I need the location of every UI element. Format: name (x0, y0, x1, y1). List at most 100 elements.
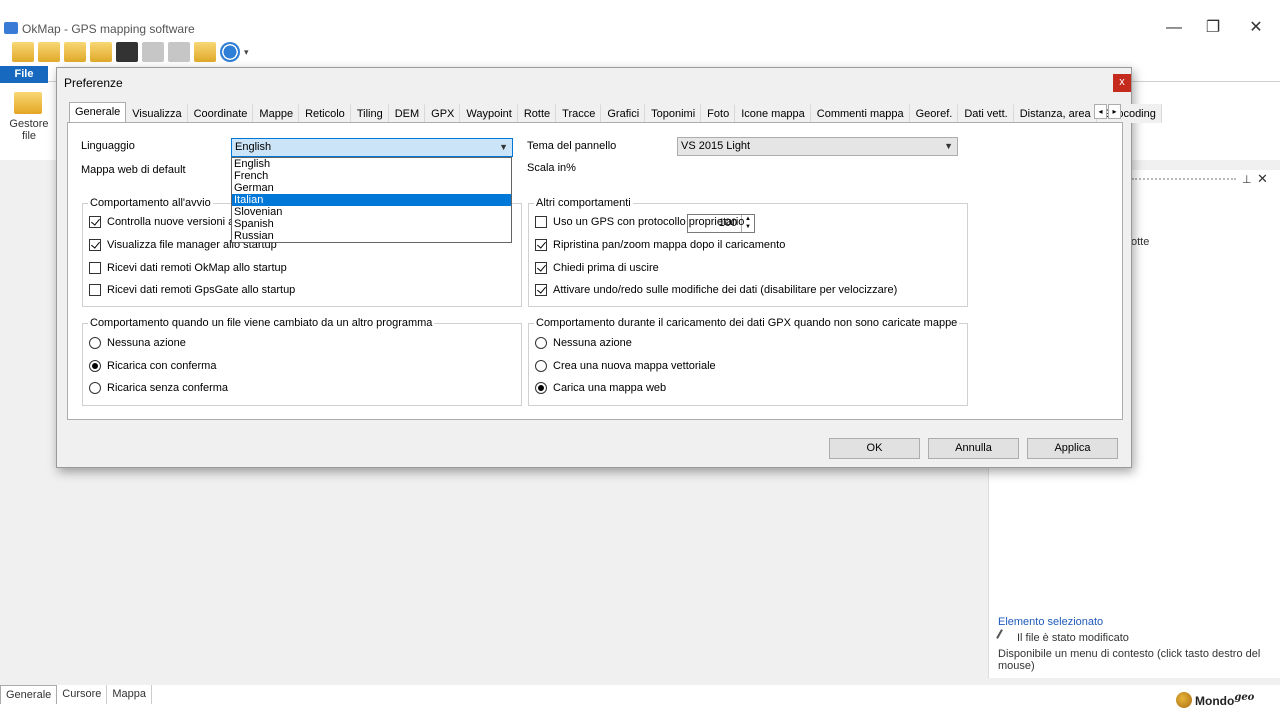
language-option-slovenian[interactable]: Slovenian (232, 206, 511, 218)
gpx-no-action-option[interactable]: Nessuna azione (535, 337, 632, 349)
option-label: Nessuna azione (107, 337, 186, 349)
file-menu[interactable]: File (0, 66, 48, 83)
option-label: Ricevi dati remoti GpsGate allo startup (107, 284, 296, 296)
apply-button[interactable]: Applica (1027, 438, 1118, 459)
tab-dem[interactable]: DEM (388, 104, 426, 123)
tab-gpx[interactable]: GPX (425, 104, 461, 123)
radio-button[interactable] (535, 382, 547, 394)
checkbox[interactable] (535, 239, 547, 251)
restore-button[interactable]: ❐ (1201, 18, 1225, 38)
close-file-icon[interactable] (168, 42, 190, 62)
option-label: Uso un GPS con protocollo proprietario (553, 216, 745, 228)
language-option-italian[interactable]: Italian (232, 194, 511, 206)
tab-mappe[interactable]: Mappe (253, 104, 300, 123)
language-option-russian[interactable]: Russian (232, 230, 511, 242)
other-behaviours-title: Altri comportamenti (534, 197, 633, 209)
gestore-file-button[interactable]: Gestore file (4, 118, 54, 142)
file-modified-text: Il file è stato modificato (1017, 632, 1129, 644)
panel-theme-select[interactable]: VS 2015 Light ▼ (677, 137, 958, 156)
tab-visualizza[interactable]: Visualizza (126, 104, 188, 123)
language-option-spanish[interactable]: Spanish (232, 218, 511, 230)
gear-icon[interactable] (220, 42, 240, 62)
open-file-icon[interactable] (12, 42, 34, 62)
undo-redo-option[interactable]: Attivare undo/redo sulle modifiche dei d… (535, 284, 897, 296)
option-label: Ricarica senza conferma (107, 382, 229, 394)
radio-button[interactable] (89, 382, 101, 394)
tab-icone-mappa[interactable]: Icone mappa (735, 104, 811, 123)
other-behaviours-group: Altri comportamenti Uso un GPS con proto… (528, 197, 968, 307)
checkbox[interactable] (89, 262, 101, 274)
folder-icon[interactable] (14, 92, 42, 114)
tab-coordinate[interactable]: Coordinate (187, 104, 254, 123)
checkbox[interactable] (535, 284, 547, 296)
panel-theme-value: VS 2015 Light (681, 140, 751, 152)
language-select[interactable]: English ▼ (231, 138, 513, 157)
checkbox[interactable] (535, 216, 547, 228)
startup-group-title: Comportamento all'avvio (88, 197, 213, 209)
create-vector-map-option[interactable]: Crea una nuova mappa vettoriale (535, 360, 716, 372)
dialog-close-button[interactable]: x (1113, 74, 1131, 92)
checkbox[interactable] (89, 284, 101, 296)
mondogeo-watermark: Mondogeo (1176, 690, 1254, 710)
option-label: Carica una mappa web (553, 382, 667, 394)
load-web-map-option[interactable]: Carica una mappa web (535, 382, 666, 394)
tab-scroll-right-icon[interactable]: ▸ (1108, 104, 1121, 119)
chevron-down-icon: ▼ (499, 142, 508, 152)
reload-with-confirm-option[interactable]: Ricarica con conferma (89, 360, 216, 372)
checkbox[interactable] (89, 216, 101, 228)
ok-button[interactable]: OK (829, 438, 920, 459)
language-option-french[interactable]: French (232, 170, 511, 182)
tab-tracce[interactable]: Tracce (556, 104, 602, 123)
gpx-load-group-title: Comportamento durante il caricamento dei… (534, 317, 960, 329)
tab-rotte[interactable]: Rotte (517, 104, 557, 123)
restore-pan-zoom-option[interactable]: Ripristina pan/zoom mappa dopo il carica… (535, 239, 785, 251)
panel-grip[interactable] (1132, 178, 1236, 182)
language-option-german[interactable]: German (232, 182, 511, 194)
tab-toponimi[interactable]: Toponimi (645, 104, 702, 123)
bottom-tab-cursore[interactable]: Cursore (57, 685, 108, 704)
checkbox[interactable] (535, 262, 547, 274)
radio-button[interactable] (89, 337, 101, 349)
tab-reticolo[interactable]: Reticolo (299, 104, 351, 123)
receive-gpsgate-data-option[interactable]: Ricevi dati remoti GpsGate allo startup (89, 284, 295, 296)
cancel-button[interactable]: Annulla (928, 438, 1019, 459)
tab-distanza-area[interactable]: Distanza, area (1013, 104, 1097, 123)
tab-generale[interactable]: Generale (69, 102, 127, 123)
tab-grafici[interactable]: Grafici (601, 104, 646, 123)
minimize-button[interactable]: — (1162, 18, 1186, 38)
radio-button[interactable] (535, 360, 547, 372)
option-label: Crea una nuova mappa vettoriale (553, 360, 716, 372)
language-select-value: English (235, 141, 272, 153)
close-icon[interactable]: ✕ (1257, 171, 1268, 187)
bottom-tab-mappa[interactable]: Mappa (107, 685, 153, 704)
ask-before-exit-option[interactable]: Chiedi prima di uscire (535, 262, 659, 274)
bottom-tab-generale[interactable]: Generale (0, 685, 58, 704)
file-manager-icon[interactable] (194, 42, 216, 62)
close-app-button[interactable]: ✕ (1244, 18, 1268, 38)
radio-button[interactable] (535, 337, 547, 349)
tab-commenti-mappa[interactable]: Commenti mappa (810, 104, 910, 123)
language-option-english[interactable]: English (232, 158, 511, 170)
receive-okmap-data-option[interactable]: Ricevi dati remoti OkMap allo startup (89, 262, 287, 274)
pin-icon[interactable]: ⊥ (1242, 173, 1252, 186)
radio-button[interactable] (89, 360, 101, 372)
open-gps-icon[interactable] (90, 42, 112, 62)
tab-foto[interactable]: Foto (701, 104, 736, 123)
tab-scroll-left-icon[interactable]: ◂ (1094, 104, 1107, 119)
bottom-tab-bar: Generale Cursore Mappa (0, 685, 153, 705)
save-icon[interactable] (116, 42, 138, 62)
tab-dati-vett[interactable]: Dati vett. (958, 104, 1014, 123)
save-all-icon[interactable] (142, 42, 164, 62)
tab-tiling[interactable]: Tiling (350, 104, 389, 123)
toolbar-overflow-icon[interactable]: ▾ (244, 42, 254, 64)
proprietary-gps-option[interactable]: Uso un GPS con protocollo proprietario (535, 216, 744, 228)
filechange-no-action-option[interactable]: Nessuna azione (89, 337, 186, 349)
open-data-icon[interactable] (64, 42, 86, 62)
tab-waypoint[interactable]: Waypoint (460, 104, 518, 123)
checkbox[interactable] (89, 239, 101, 251)
open-map-icon[interactable] (38, 42, 60, 62)
generale-panel: Linguaggio English ▼ Mappa web di defaul… (67, 122, 1123, 420)
panel-theme-label: Tema del pannello (527, 140, 617, 152)
reload-without-confirm-option[interactable]: Ricarica senza conferma (89, 382, 228, 394)
tab-georef[interactable]: Georef. (909, 104, 959, 123)
